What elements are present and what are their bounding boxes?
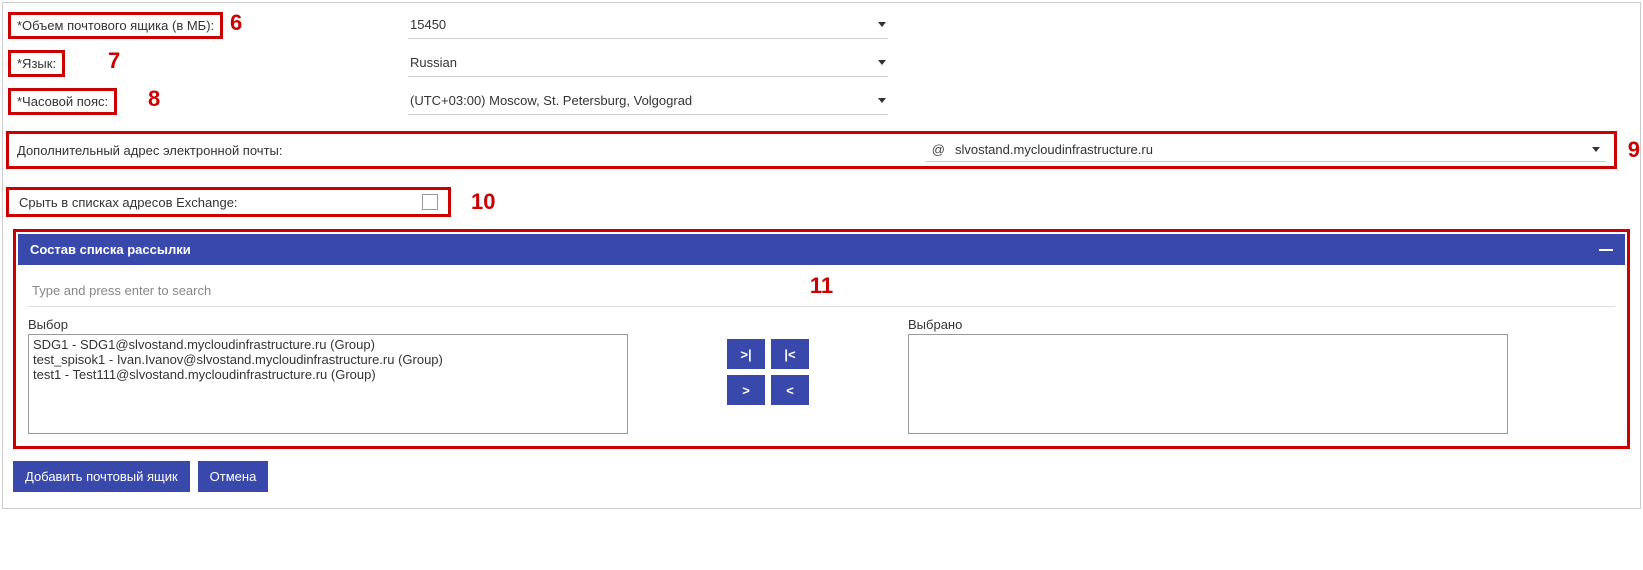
annotation-7: 7 xyxy=(108,48,120,74)
annotation-10: 10 xyxy=(471,189,495,215)
mailbox-size-value: 15450 xyxy=(410,17,446,32)
list-item[interactable]: test_spisok1 - Ivan.Ivanov@slvostand.myc… xyxy=(29,352,627,367)
annotation-6: 6 xyxy=(230,10,242,36)
chevron-down-icon xyxy=(1592,147,1600,152)
move-all-right-button[interactable]: >| xyxy=(727,339,765,369)
additional-email-row: Дополнительный адрес электронной почты: … xyxy=(6,131,1617,169)
add-mailbox-button[interactable]: Добавить почтовый ящик xyxy=(13,461,190,492)
language-select[interactable]: Russian xyxy=(408,49,888,77)
list-item[interactable]: SDG1 - SDG1@slvostand.mycloudinfrastruct… xyxy=(29,337,627,352)
picker-buttons: >| |< > < xyxy=(628,317,908,405)
timezone-value: (UTC+03:00) Moscow, St. Petersburg, Volg… xyxy=(410,93,692,108)
hide-exchange-row: Срыть в списках адресов Exchange: 10 xyxy=(6,187,1637,217)
timezone-label: *Часовой пояс: xyxy=(8,88,117,115)
hide-exchange-checkbox[interactable] xyxy=(422,194,438,210)
move-left-button[interactable]: < xyxy=(771,375,809,405)
picker-right-listbox[interactable] xyxy=(908,334,1508,434)
panel-header[interactable]: Состав списка рассылки xyxy=(18,234,1625,265)
additional-email-domain-select[interactable]: @ slvostand.mycloudinfrastructure.ru xyxy=(926,138,1606,162)
distribution-list-panel: Состав списка рассылки 11 Выбор SDG1 - S… xyxy=(13,229,1630,449)
move-right-button[interactable]: > xyxy=(727,375,765,405)
language-label: *Язык: xyxy=(8,50,65,77)
chevron-down-icon xyxy=(878,22,886,27)
additional-email-domain-value: slvostand.mycloudinfrastructure.ru xyxy=(955,142,1153,157)
panel-title: Состав списка рассылки xyxy=(30,242,191,257)
mailbox-size-label: *Объем почтового ящика (в МБ): xyxy=(8,12,223,39)
language-row: *Язык: 7 Russian xyxy=(3,49,1640,77)
timezone-row: *Часовой пояс: 8 (UTC+03:00) Moscow, St.… xyxy=(3,87,1640,115)
footer-buttons: Добавить почтовый ящик Отмена xyxy=(13,461,1630,492)
picker-right-label: Выбрано xyxy=(908,317,1508,332)
at-symbol: @ xyxy=(932,142,945,157)
list-item[interactable]: test1 - Test111@slvostand.mycloudinfrast… xyxy=(29,367,627,382)
annotation-11: 11 xyxy=(810,273,833,299)
picker-left-label: Выбор xyxy=(28,317,628,332)
chevron-down-icon xyxy=(878,98,886,103)
language-value: Russian xyxy=(410,55,457,70)
additional-email-label: Дополнительный адрес электронной почты: xyxy=(17,143,282,158)
mailbox-size-row: *Объем почтового ящика (в МБ): 6 15450 xyxy=(3,11,1640,39)
collapse-icon[interactable] xyxy=(1599,249,1613,251)
picker-left-listbox[interactable]: SDG1 - SDG1@slvostand.mycloudinfrastruct… xyxy=(28,334,628,434)
chevron-down-icon xyxy=(878,60,886,65)
mailbox-size-select[interactable]: 15450 xyxy=(408,11,888,39)
move-all-left-button[interactable]: |< xyxy=(771,339,809,369)
annotation-8: 8 xyxy=(148,86,160,112)
annotation-9: 9 xyxy=(1628,137,1640,163)
cancel-button[interactable]: Отмена xyxy=(198,461,269,492)
form-container: *Объем почтового ящика (в МБ): 6 15450 *… xyxy=(2,2,1641,509)
hide-exchange-label: Срыть в списках адресов Exchange: xyxy=(19,195,238,210)
timezone-select[interactable]: (UTC+03:00) Moscow, St. Petersburg, Volg… xyxy=(408,87,888,115)
